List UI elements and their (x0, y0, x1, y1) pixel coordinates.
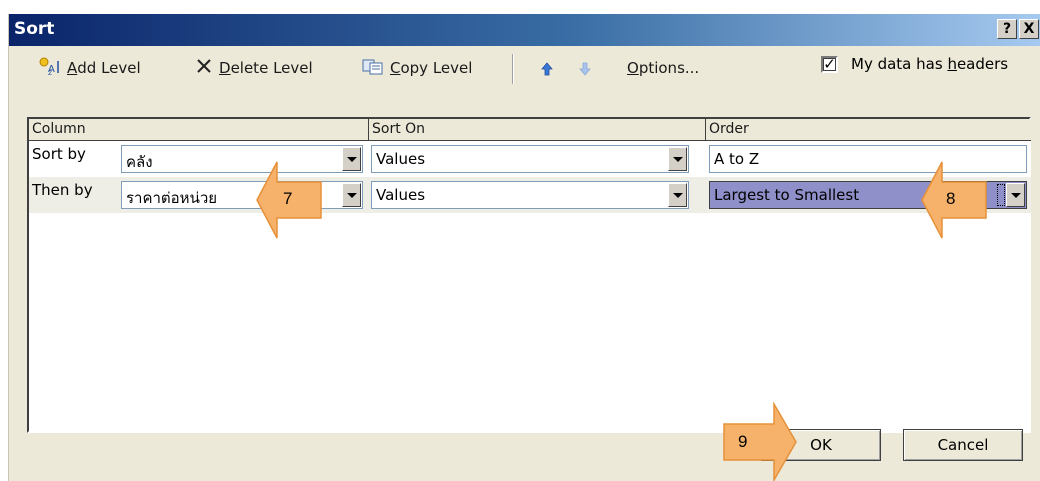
toolbar-separator (512, 54, 514, 84)
options-mnemonic: O (627, 59, 639, 77)
svg-text:Z: Z (48, 70, 52, 75)
options-button[interactable]: Options... (627, 57, 699, 79)
sort-level-row[interactable]: Then by ราคาต่อหน่วย Values Largest to S… (29, 177, 1031, 213)
help-button[interactable]: ? (997, 19, 1017, 39)
close-button[interactable]: X (1019, 19, 1039, 39)
sort-on-select[interactable]: Values (371, 181, 689, 209)
chevron-down-icon[interactable] (342, 147, 361, 171)
title-bar[interactable]: Sort ? X (9, 14, 1040, 46)
add-level-mnemonic: A (67, 59, 78, 77)
callout-arrow-9: 9 (720, 401, 798, 481)
copy-level-label: opy Level (400, 59, 473, 77)
headers-checkbox-label: My data has (851, 55, 948, 73)
headers-checkbox-row[interactable]: ✓ My data has h eaders (821, 55, 1008, 73)
move-up-icon[interactable] (541, 62, 553, 76)
focus-indicator (997, 184, 1005, 206)
sort-on-value: Values (376, 150, 426, 168)
sort-levels-grid: Column Sort On Order Sort by คลัง Values… (27, 117, 1031, 433)
cancel-button[interactable]: Cancel (903, 429, 1023, 461)
header-sort-on: Sort On (369, 119, 706, 141)
column-select-value: คลัง (126, 153, 153, 171)
headers-mnemonic: h (947, 55, 957, 73)
sort-on-select[interactable]: Values (371, 145, 689, 173)
delete-level-mnemonic: D (219, 59, 231, 77)
row-label: Then by (32, 181, 93, 199)
options-label: ptions... (638, 59, 700, 77)
column-select[interactable]: ราคาต่อหน่วย (121, 181, 363, 209)
order-value: A to Z (714, 150, 760, 168)
callout-number: 7 (283, 189, 293, 208)
copy-icon (362, 57, 384, 79)
chevron-down-icon[interactable] (342, 183, 361, 207)
callout-arrow-7: 7 (255, 160, 325, 240)
callout-arrow-8: 8 (920, 160, 990, 240)
delete-level-button[interactable]: Delete Level (195, 57, 313, 79)
row-label: Sort by (32, 145, 86, 163)
sort-on-value: Values (376, 186, 426, 204)
add-level-label: dd Level (77, 59, 141, 77)
add-level-button[interactable]: A Z Add Level (39, 57, 141, 79)
chevron-down-icon[interactable] (668, 147, 687, 171)
chevron-down-icon[interactable] (1006, 183, 1025, 207)
header-column: Column (29, 119, 369, 141)
delete-x-icon (195, 57, 213, 79)
dialog-title: Sort (14, 19, 55, 39)
order-value: Largest to Smallest (714, 186, 860, 204)
copy-level-button[interactable]: Copy Level (362, 57, 472, 79)
header-order: Order (706, 119, 1031, 141)
sort-level-row[interactable]: Sort by คลัง Values A to Z (29, 141, 1031, 177)
headers-checkbox[interactable]: ✓ (821, 55, 838, 73)
add-level-icon: A Z (39, 57, 61, 79)
sort-dialog: Sort ? X A Z Add Level Delete Level C op… (8, 14, 1040, 481)
callout-number: 8 (946, 189, 956, 208)
move-down-icon[interactable] (579, 62, 591, 76)
delete-level-label: elete Level (230, 59, 313, 77)
headers-checkbox-label-rest: eaders (956, 55, 1009, 73)
callout-number: 9 (738, 432, 748, 451)
column-select[interactable]: คลัง (121, 145, 363, 173)
column-select-value: ราคาต่อหน่วย (126, 189, 218, 207)
copy-level-mnemonic: C (390, 59, 401, 77)
chevron-down-icon[interactable] (668, 183, 687, 207)
